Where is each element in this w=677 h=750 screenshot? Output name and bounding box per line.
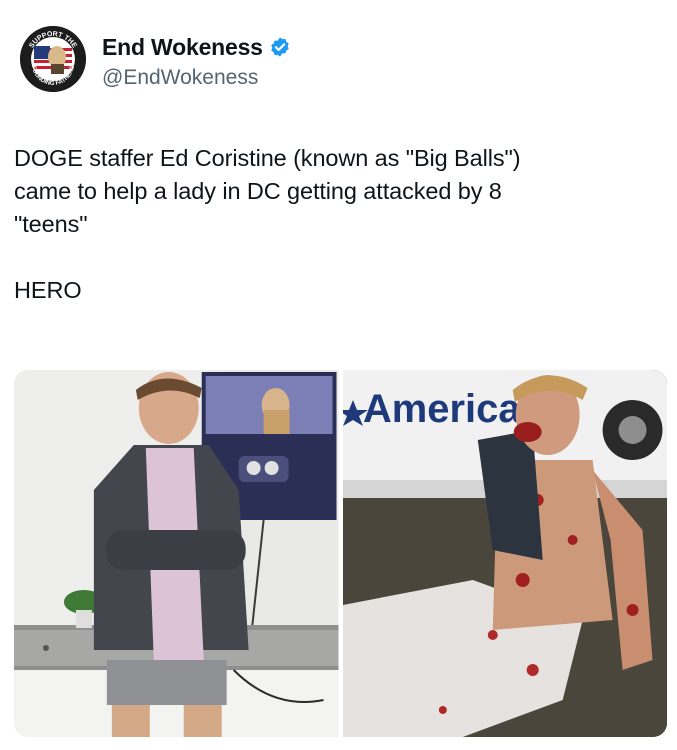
tweet-text-line: "teens" <box>14 211 88 237</box>
media-grid: American <box>14 370 667 737</box>
name-row: End Wokeness <box>102 32 291 62</box>
support-the-founding-fathers-badge-icon: SUPPORT THE FOUNDING FATHERS <box>20 26 86 92</box>
tweet-text-closing: HERO <box>14 277 82 303</box>
handle[interactable]: @EndWokeness <box>102 66 291 90</box>
tweet-text: DOGE staffer Ed Coristine (known as "Big… <box>14 142 664 307</box>
display-name[interactable]: End Wokeness <box>102 34 263 61</box>
injured-man-sitting-by-van-photo: American <box>342 370 667 737</box>
young-man-in-blazer-photo <box>14 370 339 737</box>
photo-left[interactable] <box>14 370 339 737</box>
photo-right[interactable]: American <box>342 370 667 737</box>
verified-badge-icon <box>269 36 291 58</box>
tweet-card: SUPPORT THE FOUNDING FATHERS End Wokenes… <box>0 0 677 750</box>
tweet-text-line: came to help a lady in DC getting attack… <box>14 178 502 204</box>
author-block: End Wokeness @EndWokeness <box>102 32 291 90</box>
avatar[interactable]: SUPPORT THE FOUNDING FATHERS <box>20 26 86 92</box>
tweet-text-line: DOGE staffer Ed Coristine (known as "Big… <box>14 145 521 171</box>
